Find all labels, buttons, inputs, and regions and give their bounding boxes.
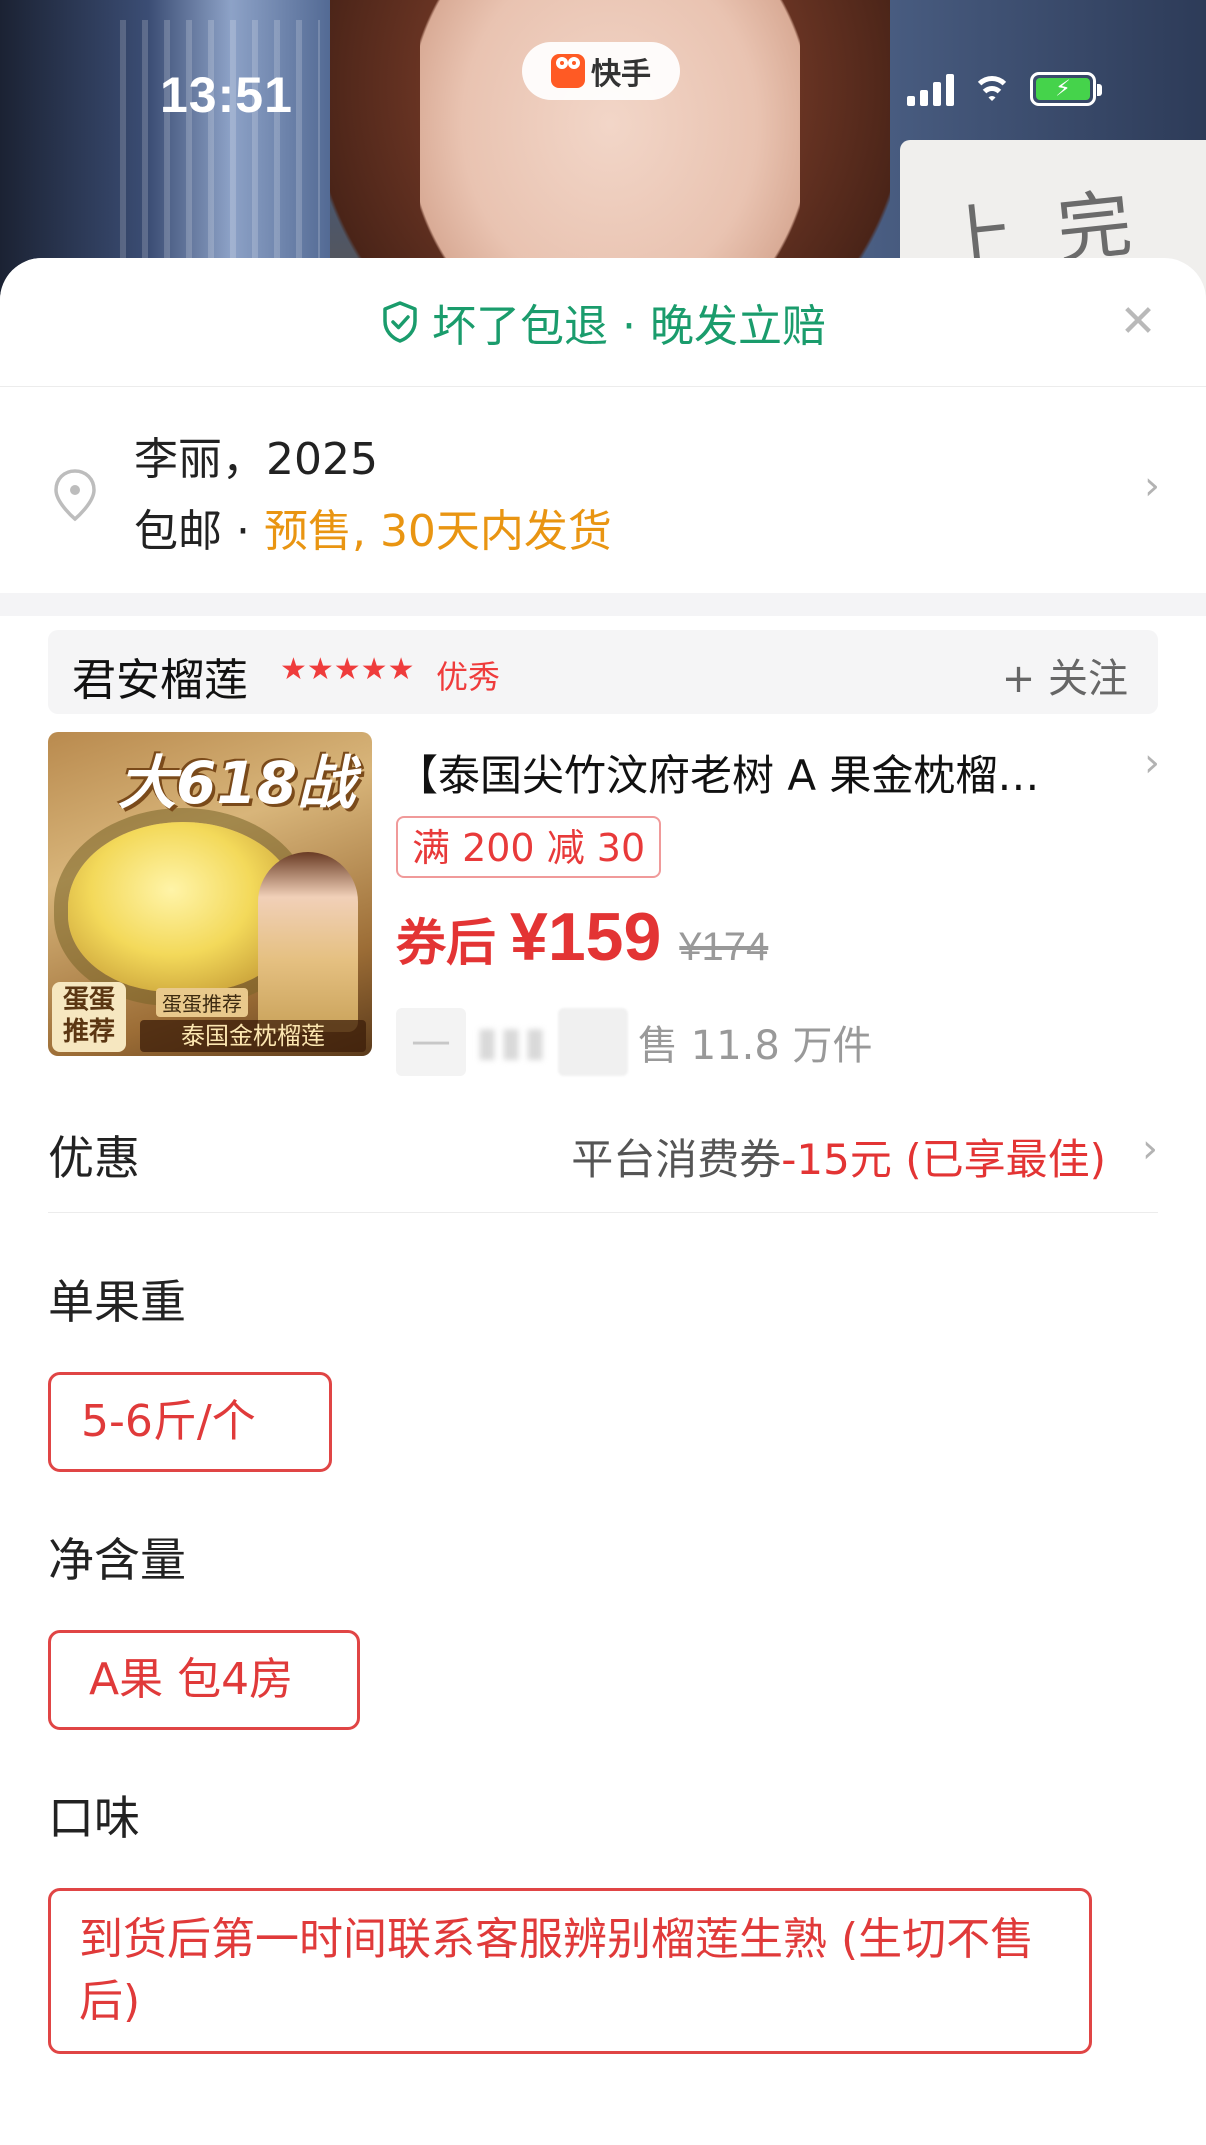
recommend-badge-line2: 推荐 xyxy=(62,1017,115,1047)
recommend-badge: 蛋蛋 推荐 xyxy=(52,982,126,1052)
app-indicator-pill[interactable]: 快手 xyxy=(522,42,680,100)
presale-label: 预售, 30天内发货 xyxy=(263,506,612,557)
status-icons: ⚡ xyxy=(907,72,1102,106)
chevron-right-icon: › xyxy=(1144,740,1160,786)
battery-icon: ⚡ xyxy=(1030,72,1102,106)
shop-rating-stars-icon: ★★★★★ xyxy=(280,652,415,687)
chevron-right-icon: › xyxy=(1142,1126,1158,1172)
recommend-badge-line1: 蛋蛋 xyxy=(62,985,115,1015)
option-title-net-content: 净含量 xyxy=(48,1533,186,1587)
location-pin-icon xyxy=(54,469,96,522)
spokesperson-image xyxy=(258,852,358,1032)
shipping-info: 包邮 · 预售, 30天内发货 xyxy=(134,495,612,559)
status-time: 13:51 xyxy=(160,67,293,123)
discount-label: 优惠 xyxy=(48,1131,140,1185)
promo-burst-text: 大618战 xyxy=(118,749,356,817)
address-selector[interactable]: 李丽，2025 包邮 · 预售, 30天内发货 › xyxy=(0,387,1206,593)
shop-bar[interactable]: 君安榴莲 ★★★★★ 优秀 + 关注 xyxy=(48,630,1158,714)
discount-value: 平台消费券-15元 (已享最佳) xyxy=(571,1126,1106,1187)
shield-check-icon xyxy=(383,301,417,343)
option-title-weight: 单果重 xyxy=(48,1275,186,1329)
shipping-separator: · xyxy=(222,506,264,557)
app-name: 快手 xyxy=(591,57,651,92)
quantity-stepper: — ▮▮▮ 售 11.8 万件 xyxy=(396,1008,873,1076)
original-price: ¥174 xyxy=(679,925,769,969)
shop-name: 君安榴莲 xyxy=(72,655,248,706)
shop-rating-label: 优秀 xyxy=(436,658,501,696)
recommend-sub-label: 蛋蛋推荐 xyxy=(156,988,248,1017)
blurred-increment[interactable] xyxy=(558,1008,629,1076)
cellular-signal-icon xyxy=(907,74,954,106)
address-recipient: 李丽，2025 xyxy=(134,434,378,485)
product-image-caption: 泰国金枕榴莲 xyxy=(140,1020,366,1052)
price-value: ¥159 xyxy=(510,899,662,975)
decrement-button[interactable]: — xyxy=(396,1008,466,1076)
chevron-right-icon: › xyxy=(1144,463,1160,509)
follow-button[interactable]: + 关注 xyxy=(1002,646,1128,704)
product-spec-sheet: 坏了包退 · 晚发立赔 ✕ 李丽，2025 包邮 · 预售, 30天内发货 › … xyxy=(0,258,1206,2145)
product-image[interactable]: 大618战 蛋蛋 推荐 蛋蛋推荐 泰国金枕榴莲 xyxy=(48,732,372,1056)
status-bar: 13:51 快手 ⚡ xyxy=(0,0,1206,200)
guarantee-banner: 坏了包退 · 晚发立赔 ✕ xyxy=(0,258,1206,387)
kuaishou-logo-icon xyxy=(551,54,585,88)
discount-row[interactable]: 优惠 平台消费券-15元 (已享最佳) › xyxy=(48,1092,1158,1213)
guarantee-text: 坏了包退 · 晚发立赔 xyxy=(432,301,826,352)
promo-tag: 满 200 减 30 xyxy=(396,816,662,878)
charging-bolt-icon: ⚡ xyxy=(1055,76,1071,102)
wifi-icon xyxy=(972,74,1012,106)
option-chip-weight[interactable]: 5-6斤/个 xyxy=(48,1372,332,1472)
close-button[interactable]: ✕ xyxy=(1118,300,1158,344)
blurred-quantity: ▮▮▮ xyxy=(476,1019,549,1065)
product-card: 君安榴莲 ★★★★★ 优秀 + 关注 大618战 蛋蛋 推荐 蛋蛋推荐 泰国金枕… xyxy=(0,616,1206,2145)
coupon-amount: -15元 (已享最佳) xyxy=(781,1135,1106,1184)
coupon-label: 平台消费券 xyxy=(571,1135,782,1184)
option-chip-flavor[interactable]: 到货后第一时间联系客服辨别榴莲生熟 (生切不售后) xyxy=(48,1888,1092,2054)
price-row: 券后 ¥159 ¥174 xyxy=(396,898,768,976)
price-label: 券后 xyxy=(396,914,496,972)
sales-count: 售 11.8 万件 xyxy=(638,1023,873,1069)
product-title[interactable]: 【泰国尖竹汶府老树 A 果金枕榴… xyxy=(396,742,1086,803)
option-chip-net-content[interactable]: A果 包4房 xyxy=(48,1630,360,1730)
option-title-flavor: 口味 xyxy=(48,1791,140,1845)
shipping-free-label: 包邮 xyxy=(134,506,222,557)
